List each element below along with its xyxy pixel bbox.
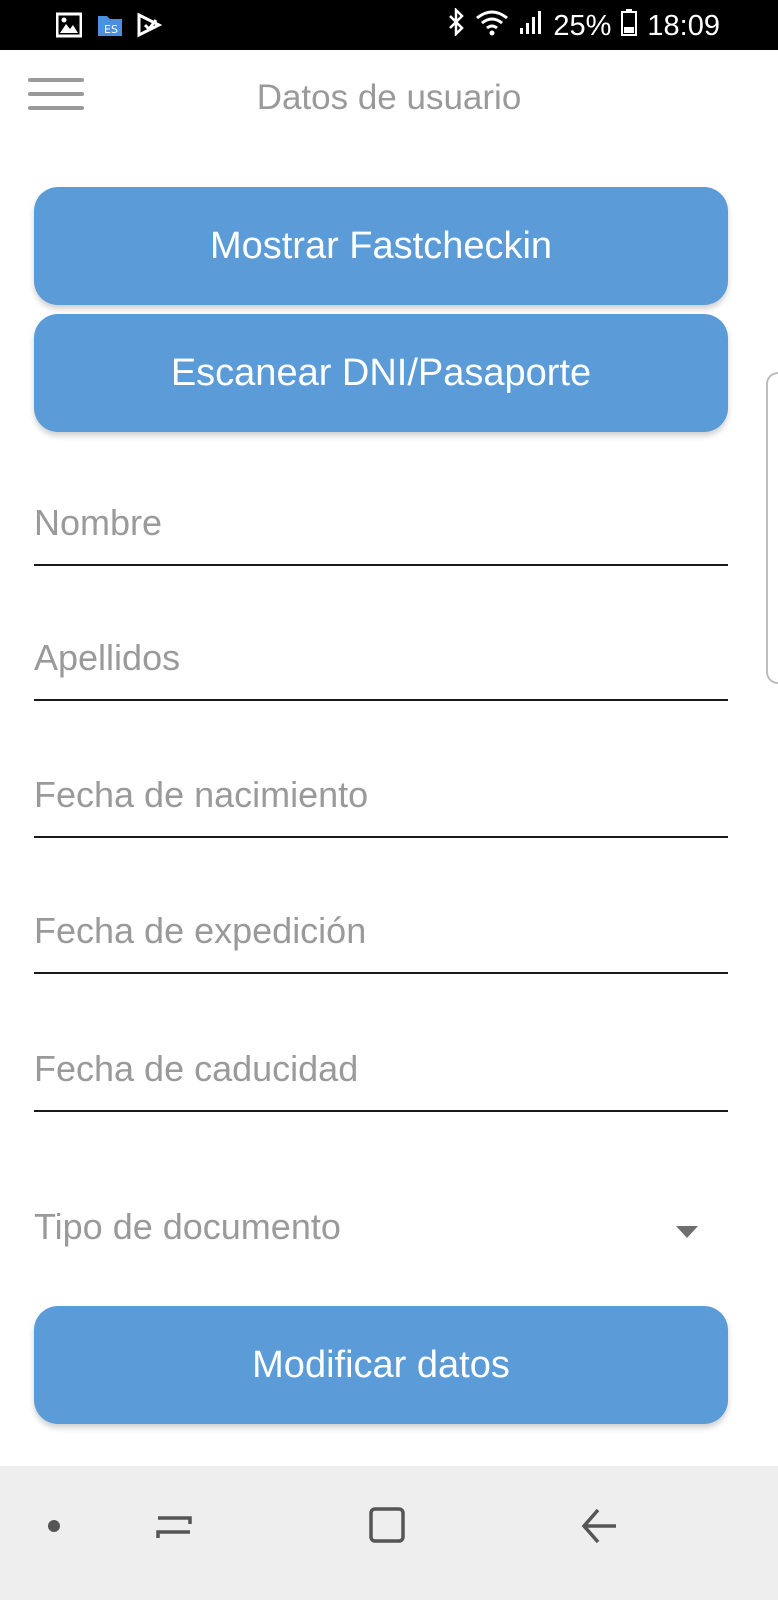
wifi-icon	[475, 8, 509, 44]
modify-data-button[interactable]: Modificar datos	[34, 1306, 728, 1424]
play-store-icon	[136, 12, 163, 38]
document-type-select[interactable]: Tipo de documento	[34, 1196, 728, 1266]
signal-icon	[519, 8, 543, 44]
svg-text:ES: ES	[104, 23, 118, 36]
status-bar: ES 25% 18:09	[0, 0, 778, 50]
scan-document-button[interactable]: Escanear DNI/Pasaporte	[34, 314, 728, 432]
clock: 18:09	[647, 9, 720, 42]
name-field-label: Nombre	[34, 502, 163, 543]
birth-date-field[interactable]: Fecha de nacimiento	[34, 758, 728, 838]
dot-icon[interactable]	[24, 1496, 84, 1556]
page-title: Datos de usuario	[256, 78, 522, 117]
gallery-icon	[55, 12, 83, 38]
document-type-label: Tipo de documento	[34, 1206, 341, 1247]
home-icon[interactable]	[358, 1496, 418, 1556]
back-icon[interactable]	[568, 1496, 628, 1556]
birth-date-field-label: Fecha de nacimiento	[34, 774, 369, 815]
navigation-bar	[0, 1466, 778, 1600]
file-manager-icon: ES	[96, 12, 122, 38]
notification-icons: ES	[55, 12, 163, 38]
surname-field-label: Apellidos	[34, 637, 181, 678]
expiry-date-field-label: Fecha de caducidad	[34, 1048, 359, 1089]
recents-icon[interactable]	[144, 1496, 204, 1556]
issue-date-field-label: Fecha de expedición	[34, 910, 367, 951]
issue-date-field[interactable]: Fecha de expedición	[34, 894, 728, 974]
edge-panel-handle[interactable]	[766, 372, 778, 684]
system-status: 25% 18:09	[447, 6, 720, 44]
battery-icon	[621, 8, 638, 44]
chevron-down-icon	[676, 1226, 698, 1238]
show-fastcheckin-button[interactable]: Mostrar Fastcheckin	[34, 187, 728, 305]
bluetooth-icon	[447, 6, 465, 44]
surname-field[interactable]: Apellidos	[34, 621, 728, 701]
expiry-date-field[interactable]: Fecha de caducidad	[34, 1032, 728, 1112]
battery-percentage: 25%	[553, 9, 612, 42]
app-bar: Datos de usuario	[0, 50, 778, 146]
name-field[interactable]: Nombre	[34, 486, 728, 566]
